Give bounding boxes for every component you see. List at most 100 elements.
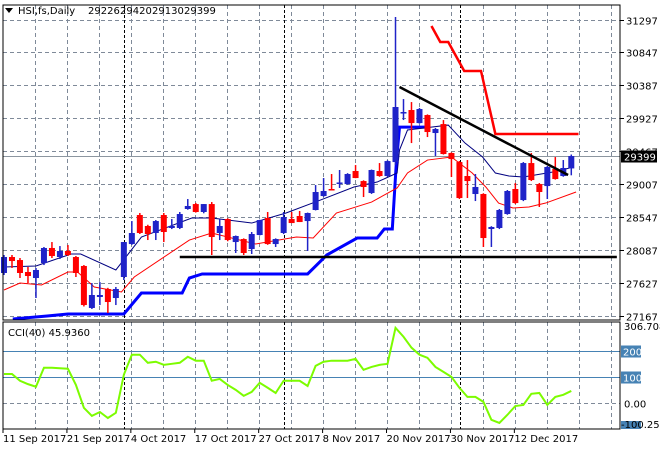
candle-body-bullish [96,295,103,298]
candle-body-bullish [520,163,527,201]
cci-min-label: -100.258 [621,420,660,431]
candle-body-bullish [176,214,183,228]
candle-body-bullish [472,186,479,195]
candle-body-bullish [320,191,327,197]
candle-body-bearish [264,218,271,245]
price-tick-label: 29927 [626,115,658,126]
candle-body-bullish [32,269,39,279]
candle-body-bearish [224,219,231,241]
chart-header: HSI,fs,Daily 29226 29420 29130 29399 [5,6,216,17]
price-tick-label: 28087 [626,247,658,258]
candle-body-bullish [400,112,407,114]
candle-body-bearish [352,171,359,179]
candle-body-bearish [208,204,215,238]
candle-body-bearish [24,271,31,277]
candle-body-bullish [128,233,135,245]
candle-body-bearish [456,162,463,199]
date-label: 27 Oct 2017 [259,434,321,445]
candle-body-bullish [1,257,7,273]
dropdown-triangle-icon[interactable] [5,8,13,13]
header-symbol: HSI,fs,Daily [18,6,75,17]
candle-body-bearish [240,239,247,254]
candle-body-bearish [160,215,167,233]
support-step-line [12,125,426,321]
candle-body-bearish [448,153,455,160]
candle-body-bearish [440,124,447,155]
candle-body-bearish [536,184,543,193]
candle-body-bullish [256,220,263,236]
candle-body-bullish [272,239,279,245]
candle-body-bearish [480,194,487,239]
candle-body-bullish [384,161,391,177]
candle-body-bullish [416,109,423,124]
cci-zero-label: 0.00 [624,400,646,411]
header-close: 29399 [184,6,216,17]
candle-body-bullish [232,236,239,243]
date-label: 17 Oct 2017 [195,434,257,445]
date-label: 30 Nov 2017 [450,434,514,445]
candle-body-bearish [48,247,55,257]
candle-body-bullish [344,174,351,185]
header-high: 29420 [120,6,152,17]
candle-body-bearish [296,216,303,223]
candle-body-bullish [40,247,47,264]
header-open: 29226 [88,6,120,17]
resistance-step-line [430,25,579,136]
candle-body-bearish [360,181,367,187]
slow-moving-average [3,156,577,293]
date-label: 21 Sep 2017 [67,434,130,445]
price-tick-label: 30387 [626,82,658,93]
candle-body-bullish [248,234,255,249]
price-tick-label: 30847 [626,49,658,60]
candle-body-bearish [288,219,295,224]
candle-body-bearish [528,163,535,181]
candle-body-bullish [432,129,439,134]
current-price-tag-label: 29399 [624,153,656,164]
candle-body-bearish [192,204,199,213]
cci-panel [3,325,620,425]
cci-max-label: 306.7083 [624,322,660,333]
candle-body-bullish [120,242,127,278]
candle-body-bearish [104,288,111,303]
candle-body-bearish [16,260,23,273]
candle-body-bearish [80,265,87,306]
axes: 3129730847303872992729467290072854728087… [2,17,660,445]
candle-body-bearish [512,188,519,204]
candle-body-bearish [144,225,151,235]
candle-body-bullish [88,295,95,308]
candle-body-bearish [464,176,471,182]
cci-label: CCI(40) 45.9360 [8,328,90,339]
candles [1,17,575,313]
candle-body-bullish [216,225,223,234]
date-label: 11 Sep 2017 [3,434,66,445]
header-low: 29130 [152,6,184,17]
date-label: 4 Oct 2017 [131,434,186,445]
candle-body-bearish [8,257,15,262]
candle-body-bullish [504,191,511,215]
candle-body-bullish [200,204,207,213]
price-tick-label: 28547 [626,214,658,225]
date-label: 12 Dec 2017 [514,434,578,445]
candle-body-bearish [328,188,335,191]
candle-body-bullish [280,217,287,234]
candle-body-bullish [152,221,159,234]
cci-line [4,325,572,425]
price-tick-label: 27627 [626,280,658,291]
candle-body-bullish [544,166,551,187]
candle-body-bullish [184,205,191,209]
candle-body-bullish [496,209,503,228]
candle-body-bearish [72,257,79,273]
cci-level-label: 200 [623,348,642,359]
candle-body-bullish [112,288,119,299]
grid [3,5,620,429]
candle-body-bullish [368,170,375,194]
cci-level-label: 100 [623,374,642,385]
candle-body-bearish [408,110,415,124]
date-label: 20 Nov 2017 [387,434,451,445]
candle-body-bullish [304,213,311,222]
candle-body-bullish [336,182,343,184]
price-tick-label: 31297 [626,17,658,28]
hsi-daily-chart[interactable]: 3129730847303872992729467290072854728087… [0,0,660,450]
candle-body-bullish [168,225,175,228]
candle-body-bearish [376,171,383,177]
